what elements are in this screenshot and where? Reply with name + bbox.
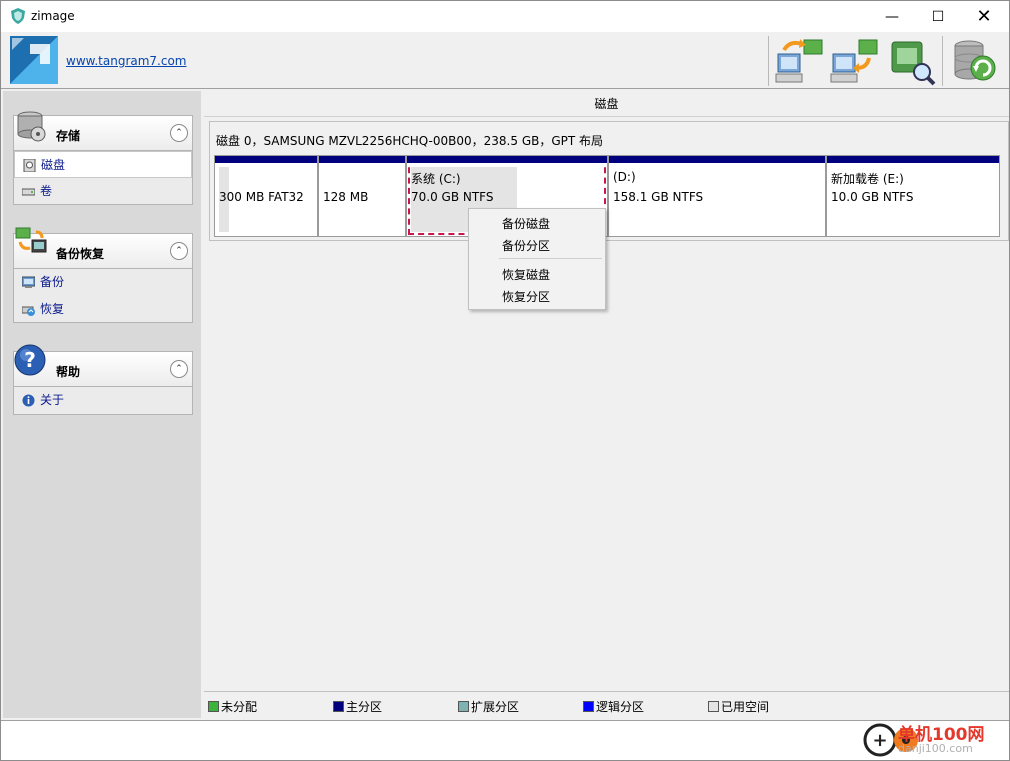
menu-item-backup-disk[interactable]: 备份磁盘 [502,215,550,232]
info-icon [22,394,35,407]
sidebar-item-backup[interactable]: 备份 [14,269,192,296]
legend-item-unallocated: 未分配 [208,698,257,715]
svg-text:?: ? [24,348,36,372]
partition-map: 300 MB FAT32 128 MB 系统 (C:) 70.0 GB NTFS… [214,155,1000,237]
group-header-help[interactable]: ? 帮助 ⌃ [13,344,193,387]
main-panel: 磁盘 磁盘 0，SAMSUNG MZVL2256HCHQ-00B00，238.5… [204,91,1009,718]
partition-size: 128 MB [323,190,369,204]
disk-label: 磁盘 0，SAMSUNG MZVL2256HCHQ-00B00，238.5 GB… [216,134,604,148]
partition-size: 158.1 GB NTFS [613,190,704,204]
legend-swatch [708,701,719,712]
disk-icon [23,159,36,172]
collapse-chevron-icon[interactable]: ⌃ [170,124,188,142]
sidebar-item-about[interactable]: 关于 [14,387,192,414]
title-bar: zimage — ☐ ✕ [1,1,1009,32]
toolbar-separator [768,36,769,86]
header-band: www.tangram7.com [1,32,1009,89]
legend-item-used-space: 已用空间 [708,698,769,715]
menu-divider [499,258,602,259]
context-menu: 备份磁盘 备份分区 恢复磁盘 恢复分区 [468,208,606,310]
window-title: zimage [31,9,75,23]
storage-icon [17,111,46,142]
volume-icon [22,188,35,196]
collapse-chevron-icon[interactable]: ⌃ [170,360,188,378]
sidebar-item-disk[interactable]: 磁盘 [14,151,192,178]
legend: 未分配 主分区 扩展分区 逻辑分区 已用空间 [204,691,1009,717]
maximize-button[interactable]: ☐ [915,1,961,32]
menu-item-restore-disk[interactable]: 恢复磁盘 [502,266,550,283]
partition-block[interactable]: 300 MB FAT32 [214,155,318,237]
group-header-backup-restore[interactable]: 备份恢复 ⌃ [13,227,193,269]
sidebar-item-label: 关于 [40,393,65,407]
group-title: 存储 [56,129,81,143]
app-window: zimage — ☐ ✕ www.tangram7.com 存储 ⌃ 磁盘 卷 … [0,0,1010,761]
minimize-button[interactable]: — [869,1,915,32]
close-button[interactable]: ✕ [961,1,1007,32]
partition-block[interactable]: 新加载卷 (E:) 10.0 GB NTFS [826,155,1000,237]
svg-text:+: + [872,730,887,751]
browse-image-icon[interactable] [886,36,938,86]
status-bar [1,720,1009,760]
group-header-storage[interactable]: 存储 ⌃ [13,111,193,151]
sidebar-item-label: 卷 [40,184,53,198]
sidebar-item-label: 磁盘 [41,158,66,172]
partition-size: 70.0 GB NTFS [411,190,494,204]
sidebar-item-label: 备份 [40,275,65,289]
legend-item-logical: 逻辑分区 [583,698,644,715]
backup-restore-icon [15,227,47,253]
group-title: 备份恢复 [56,247,105,261]
partition-type-bar [609,156,825,163]
menu-item-backup-partition[interactable]: 备份分区 [502,237,550,254]
restore-disk-icon[interactable] [829,36,881,86]
legend-swatch [333,701,344,712]
refresh-database-icon[interactable] [949,36,1001,86]
website-link[interactable]: www.tangram7.com [66,54,187,68]
menu-item-restore-partition[interactable]: 恢复分区 [502,288,550,305]
partition-block[interactable]: 128 MB [318,155,406,237]
toolbar-separator [942,36,943,86]
legend-swatch [583,701,594,712]
disk-panel: 磁盘 0，SAMSUNG MZVL2256HCHQ-00B00，238.5 GB… [209,121,1009,241]
restore-icon [22,306,35,316]
group-title: 帮助 [56,365,81,379]
legend-swatch [208,701,219,712]
watermark-url: danji100.com [898,742,973,755]
help-icon: ? [14,344,46,376]
partition-type-bar [319,156,405,163]
legend-item-primary: 主分区 [333,698,382,715]
partition-type-bar [407,156,607,163]
page-title: 磁盘 [204,91,1009,117]
legend-swatch [458,701,469,712]
group-body-storage: 磁盘 卷 [13,151,193,205]
sidebar-item-restore[interactable]: 恢复 [14,296,192,323]
partition-name: 系统 (C:) [411,172,461,186]
partition-name: (D:) [613,170,636,184]
group-body-backup-restore: 备份 恢复 [13,269,193,323]
partition-size: 300 MB FAT32 [219,190,304,204]
shield-app-icon [11,8,25,24]
legend-item-extended: 扩展分区 [458,698,519,715]
group-body-help: 关于 [13,387,193,415]
partition-size: 10.0 GB NTFS [831,190,914,204]
backup-icon [22,276,35,288]
partition-type-bar [827,156,999,163]
sidebar: 存储 ⌃ 磁盘 卷 备份恢复 ⌃ 备份 恢复 ? 帮助 ⌃ 关于 [3,91,201,718]
sidebar-item-volume[interactable]: 卷 [14,178,192,205]
tangram-logo-icon [10,36,58,84]
collapse-chevron-icon[interactable]: ⌃ [170,242,188,260]
partition-type-bar [215,156,317,163]
sidebar-item-label: 恢复 [40,302,65,316]
partition-name: 新加载卷 (E:) [831,172,904,186]
partition-block[interactable]: (D:) 158.1 GB NTFS [608,155,826,237]
backup-disk-icon[interactable] [774,36,826,86]
